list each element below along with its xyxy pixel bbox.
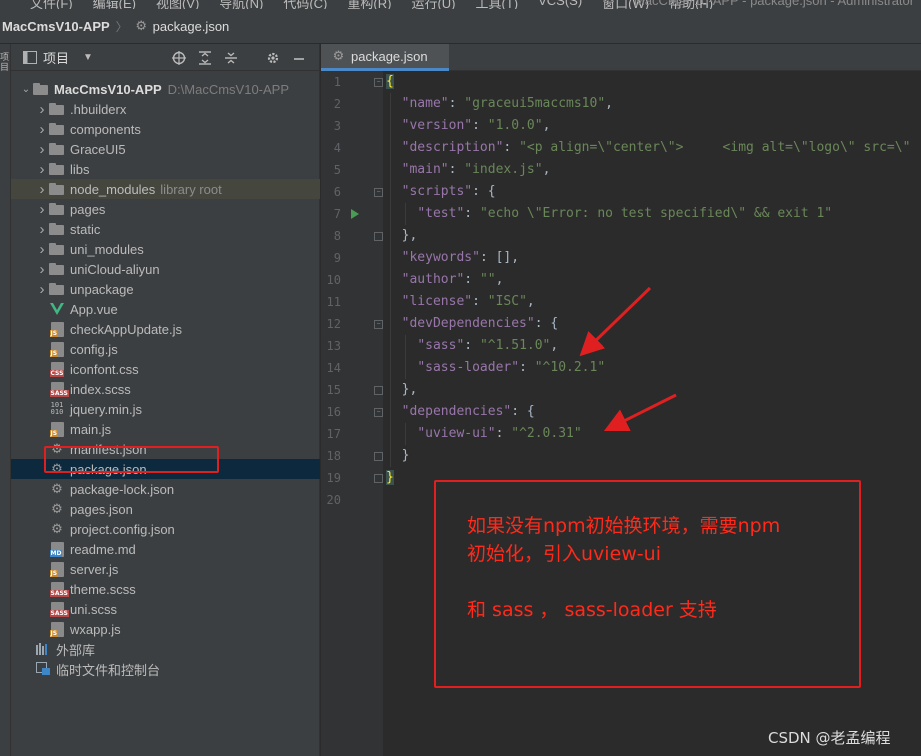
arrow-dependencies <box>603 393 677 432</box>
annotation-arrows <box>579 286 677 432</box>
watermark: CSDN @老孟编程 <box>768 729 891 747</box>
arrow-devdependencies <box>579 286 652 357</box>
